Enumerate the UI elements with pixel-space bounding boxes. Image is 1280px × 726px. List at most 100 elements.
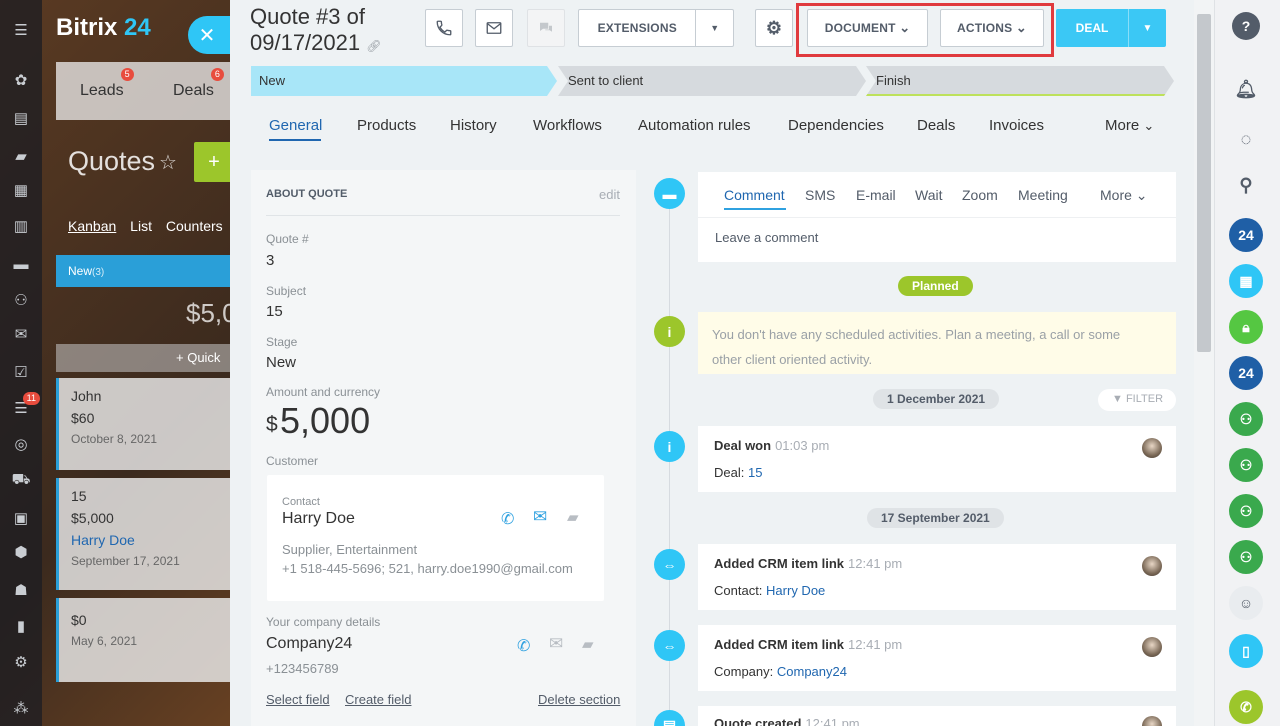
composer-tab-comment[interactable]: Comment xyxy=(724,187,785,203)
calendar-icon[interactable]: ▦ xyxy=(1229,264,1263,298)
tab-general[interactable]: General xyxy=(269,117,322,134)
envelope-icon[interactable]: ✉ xyxy=(533,507,547,527)
comment-input[interactable]: Leave a comment xyxy=(715,230,818,245)
composer-tab-email[interactable]: E-mail xyxy=(856,187,896,203)
tab-workflows[interactable]: Workflows xyxy=(533,117,602,134)
robot-icon[interactable]: ☗ xyxy=(0,578,42,602)
chat-bubble-icon[interactable]: ▰ xyxy=(582,635,594,653)
tab-history[interactable]: History xyxy=(450,117,497,134)
kanban-card[interactable]: 15 $5,000 Harry Doe September 17, 2021 xyxy=(56,478,236,590)
phone-icon[interactable]: ✆ xyxy=(1229,690,1263,724)
tab-products[interactable]: Products xyxy=(357,117,416,134)
tab-dependencies[interactable]: Dependencies xyxy=(788,117,884,134)
edit-link[interactable]: edit xyxy=(599,187,620,202)
scrollbar-thumb[interactable] xyxy=(1197,14,1211,352)
bitrix24-icon[interactable]: 24 xyxy=(1229,218,1263,252)
delete-section-link[interactable]: Delete section xyxy=(538,692,620,707)
contact-link[interactable]: Harry Doe xyxy=(766,583,825,598)
company-link[interactable]: Company24 xyxy=(777,664,847,679)
contact-card[interactable]: Contact Harry Doe ✆ ✉ ▰ Supplier, Entert… xyxy=(267,475,604,601)
phone-icon[interactable]: ✆ xyxy=(501,509,514,529)
mail-icon[interactable]: ✉ xyxy=(0,322,42,346)
view-kanban[interactable]: Kanban xyxy=(68,218,116,234)
call-button[interactable] xyxy=(425,9,463,47)
company-name[interactable]: Company24 xyxy=(266,635,352,653)
cart-icon[interactable]: ⛟ xyxy=(0,468,42,492)
kanban-card[interactable]: $0 May 6, 2021 xyxy=(56,598,236,682)
drive-icon[interactable]: ▬ xyxy=(0,252,42,276)
target-icon[interactable]: ◎ xyxy=(0,432,42,456)
leads-tab[interactable]: Leads 5 xyxy=(80,68,134,100)
contact-center-icon[interactable]: ▣ xyxy=(0,506,42,530)
stage-sent-to-client[interactable]: Sent to client xyxy=(558,66,866,96)
tasks-icon[interactable]: ☑ xyxy=(0,360,42,384)
mobile-icon[interactable]: ▯ xyxy=(1229,634,1263,668)
deal-link[interactable]: 15 xyxy=(748,465,762,480)
apps-icon[interactable]: ⁂ xyxy=(0,696,42,720)
envelope-icon[interactable]: ✉ xyxy=(549,634,563,654)
extensions-button[interactable]: EXTENSIONS ▼ xyxy=(578,9,734,47)
caret-down-icon[interactable]: ▼ xyxy=(695,10,733,46)
chat-button[interactable] xyxy=(527,9,565,47)
chat-bubble-icon[interactable]: ▰ xyxy=(567,508,579,526)
search-icon[interactable]: ⚲ xyxy=(1229,168,1263,202)
tab-deals[interactable]: Deals xyxy=(917,117,955,134)
contact-name[interactable]: Harry Doe xyxy=(282,510,355,528)
documents-icon[interactable]: ▥ xyxy=(0,214,42,238)
settings-icon[interactable]: ⚙ xyxy=(0,650,42,674)
help-icon[interactable]: ? xyxy=(1232,12,1260,40)
timeline-event[interactable]: Deal won 01:03 pm Deal: 15 xyxy=(698,426,1176,492)
lock-icon[interactable]: 🔒︎ xyxy=(1229,310,1263,344)
stage-new[interactable]: New xyxy=(251,66,557,96)
kanban-card[interactable]: John $60 October 8, 2021 xyxy=(56,378,236,470)
filter-button[interactable]: ▼ FILTER xyxy=(1098,389,1176,411)
user-avatar-icon[interactable]: ☺ xyxy=(1229,586,1263,620)
composer-tab-wait[interactable]: Wait xyxy=(915,187,942,203)
left-menu-bar: ☰ ✿ ▤ ▰ ▦ ▥ ▬ ⚇ ✉ ☑ ☰ 11 ◎ ⛟ ▣ ⬢ ☗ ▮ ⚙ ⁂ xyxy=(0,0,42,726)
bitrix24-icon[interactable]: 24 xyxy=(1229,356,1263,390)
chat-icon[interactable]: ▰ xyxy=(0,144,42,168)
close-slider-button[interactable]: ✕ xyxy=(188,16,232,54)
view-counters[interactable]: Counters xyxy=(166,218,223,234)
quick-add-button[interactable]: + Quick xyxy=(56,344,236,372)
email-button[interactable] xyxy=(475,9,513,47)
stage-finish[interactable]: Finish xyxy=(866,66,1174,96)
activity-icon[interactable]: ✿ xyxy=(0,68,42,92)
chat-icon[interactable]: ◌ xyxy=(1229,122,1263,156)
settings-button[interactable]: ⚙ xyxy=(755,9,793,47)
composer-tab-sms[interactable]: SMS xyxy=(805,187,835,203)
deals-tab[interactable]: Deals 6 xyxy=(173,68,224,100)
add-quote-button[interactable]: + xyxy=(194,142,234,182)
marketplace-icon[interactable]: ▮ xyxy=(0,614,42,638)
deal-button[interactable]: DEAL ▼ xyxy=(1056,9,1166,47)
hamburger-icon[interactable]: ☰ xyxy=(0,18,42,42)
select-field-link[interactable]: Select field xyxy=(266,692,330,707)
view-switcher: Kanban List Counters xyxy=(68,218,233,234)
phone-icon[interactable]: ✆ xyxy=(517,636,530,656)
timeline-event[interactable]: Quote created 12:41 pm xyxy=(698,706,1176,726)
contacts-icon[interactable]: ⚇ xyxy=(0,288,42,312)
group-icon[interactable]: ⚇ xyxy=(1229,540,1263,574)
feed-icon[interactable]: ▤ xyxy=(0,106,42,130)
link-icon[interactable]: 🔗︎ xyxy=(366,39,381,53)
group-icon[interactable]: ⚇ xyxy=(1229,448,1263,482)
calendar-icon[interactable]: ▦ xyxy=(0,178,42,202)
star-icon[interactable]: ☆ xyxy=(159,150,177,175)
composer-tab-more[interactable]: More ⌄ xyxy=(1100,187,1148,204)
composer-tab-zoom[interactable]: Zoom xyxy=(962,187,998,203)
timeline-event[interactable]: Added CRM item link 12:41 pm Contact: Har… xyxy=(698,544,1176,610)
group-icon[interactable]: ⚇ xyxy=(1229,494,1263,528)
store-icon[interactable]: ⬢ xyxy=(0,540,42,564)
composer-tab-meeting[interactable]: Meeting xyxy=(1018,187,1068,203)
caret-down-icon[interactable]: ▼ xyxy=(1128,9,1166,47)
crm-icon[interactable]: ☰ 11 xyxy=(0,392,42,420)
tab-automation-rules[interactable]: Automation rules xyxy=(638,117,751,134)
tab-invoices[interactable]: Invoices xyxy=(989,117,1044,134)
tab-more[interactable]: More ⌄ xyxy=(1105,117,1154,134)
timeline-event[interactable]: Added CRM item link 12:41 pm Company: Com… xyxy=(698,625,1176,691)
bell-icon[interactable]: 🔔︎ xyxy=(1229,72,1263,106)
app-logo[interactable]: Bitrix 24 xyxy=(56,14,151,42)
view-list[interactable]: List xyxy=(130,218,152,234)
create-field-link[interactable]: Create field xyxy=(345,692,411,707)
group-icon[interactable]: ⚇ xyxy=(1229,402,1263,436)
